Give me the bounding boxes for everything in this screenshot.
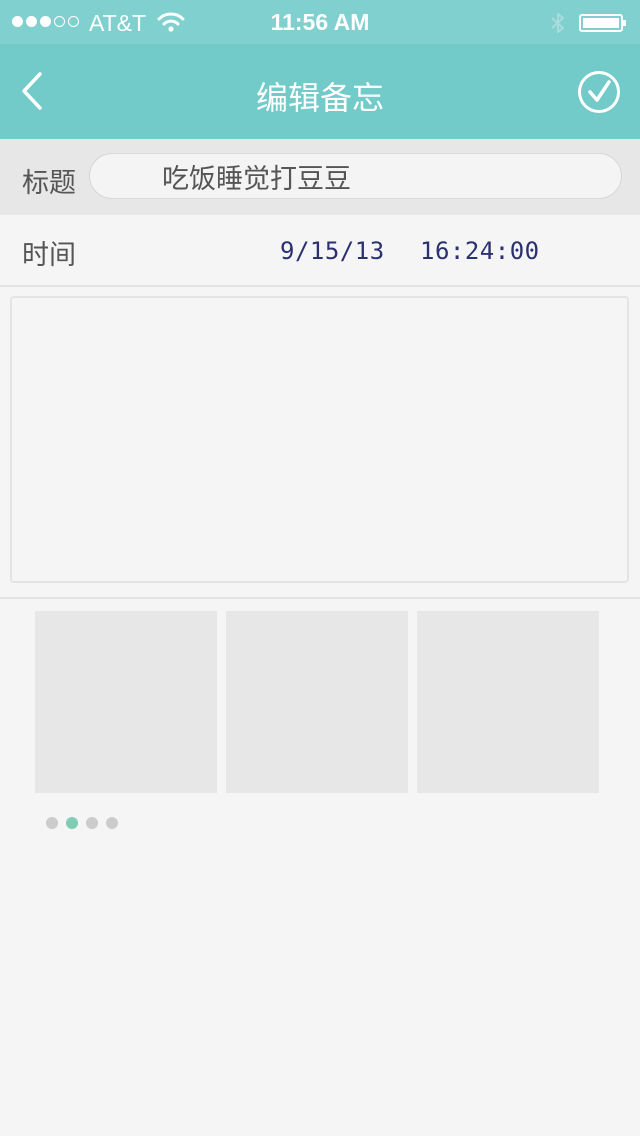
- battery-icon: [579, 14, 626, 32]
- status-time: 11:56 AM: [270, 9, 370, 35]
- image-slot-1[interactable]: [35, 611, 217, 793]
- title-input[interactable]: [89, 153, 622, 199]
- title-label: 标题: [22, 168, 76, 199]
- time-label: 时间: [22, 240, 76, 271]
- check-circle-icon: [578, 71, 620, 113]
- confirm-button[interactable]: [576, 69, 622, 115]
- date-value[interactable]: 9/15/13: [280, 237, 385, 265]
- page-dot[interactable]: [46, 817, 58, 829]
- image-slot-2[interactable]: [226, 611, 408, 793]
- time-value[interactable]: 16:24:00: [420, 237, 540, 265]
- time-row[interactable]: 时间 9/15/13 16:24:00: [0, 215, 640, 287]
- bluetooth-icon: [551, 13, 564, 33]
- navigation-bar: 编辑备忘: [0, 44, 640, 139]
- page-dot[interactable]: [86, 817, 98, 829]
- image-slot-3[interactable]: [417, 611, 599, 793]
- page-dot[interactable]: [66, 817, 78, 829]
- title-row: 标题: [0, 139, 640, 215]
- status-bar: AT&T 11:56 AM: [0, 0, 640, 44]
- page-dot[interactable]: [106, 817, 118, 829]
- page-title: 编辑备忘: [255, 79, 384, 117]
- section-divider: [0, 597, 640, 599]
- page-indicator[interactable]: [46, 817, 118, 829]
- memo-content-textarea[interactable]: [10, 296, 629, 583]
